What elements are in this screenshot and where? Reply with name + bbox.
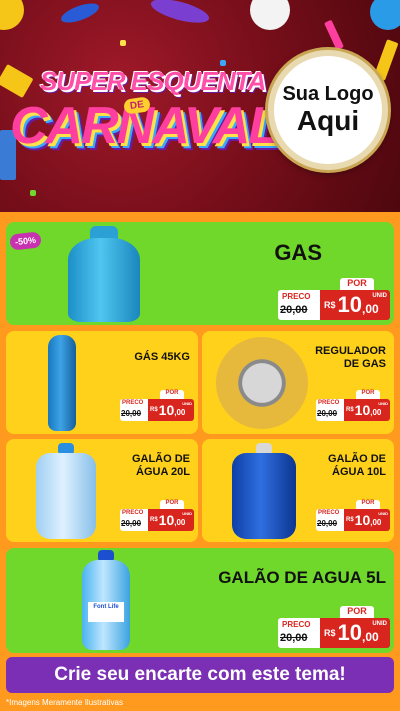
- streamer-decoration: [373, 39, 399, 81]
- old-price: 20,00: [121, 409, 142, 418]
- price-integer: 10: [158, 402, 175, 418]
- preco-label: PRECO: [318, 510, 340, 516]
- por-label: POR: [340, 278, 374, 290]
- old-price: 20,00: [317, 519, 338, 528]
- preco-label: PRECO: [318, 400, 340, 406]
- mask-decoration: [58, 0, 102, 27]
- carnival-header: SUPER ESQUENTA CARNAVAL DE Sua Logo Aqui: [0, 0, 400, 212]
- confetti-piece: [120, 40, 126, 46]
- confetti-piece: [30, 190, 36, 196]
- unit-label: UNID: [378, 401, 388, 406]
- product-name: GALÃO DE ÁGUA 20L: [131, 453, 190, 478]
- price-decimal: ,00: [370, 518, 382, 527]
- unit-label: UNID: [372, 293, 387, 299]
- water-jug-20l-image: [36, 453, 96, 539]
- price-tag: PRECO 20,00 POR R$ 10 ,00 UNID: [316, 390, 390, 421]
- old-price: 20,00: [121, 519, 142, 528]
- price-integer: 10: [354, 402, 371, 418]
- price-tag: PRECO 20,00 POR R$ 10 ,00 UNID: [120, 500, 194, 531]
- price-decimal: ,00: [174, 518, 186, 527]
- unit-label: UNID: [182, 401, 192, 406]
- price-integer: 10: [158, 512, 175, 528]
- price-tag: PRECO 20,00 POR R$ 10 ,00 UNID: [278, 606, 390, 648]
- logo-placeholder[interactable]: Sua Logo Aqui: [268, 50, 388, 170]
- price-tag: PRECO 20,00 POR R$ 10 ,00 UNID: [278, 278, 390, 320]
- currency-label: R$: [324, 628, 336, 638]
- create-flyer-button[interactable]: Crie seu encarte com este tema!: [6, 657, 394, 693]
- unit-label: UNID: [378, 511, 388, 516]
- por-label: POR: [160, 390, 184, 399]
- images-disclaimer: *Imagens Meramente Ilustrativas: [6, 698, 123, 707]
- gas-45kg-cylinder-image: [48, 335, 76, 431]
- balloon-decoration: [250, 0, 290, 30]
- product-card-gas-45kg[interactable]: GÁS 45KG PRECO 20,00 POR R$ 10 ,00 UNID: [6, 331, 198, 434]
- preco-label: PRECO: [282, 292, 311, 301]
- product-name: GAS: [274, 240, 322, 265]
- product-card-galao-5l[interactable]: Font Life GALÃO DE AGUA 5L PRECO 20,00 P…: [6, 548, 394, 653]
- por-label: POR: [356, 500, 380, 509]
- product-name: GALÃO DE AGUA 5L: [218, 568, 386, 587]
- currency-label: R$: [150, 407, 158, 413]
- price-decimal: ,00: [370, 408, 382, 417]
- logo-text-line2: Aqui: [296, 105, 360, 136]
- currency-label: R$: [150, 517, 158, 523]
- por-label: POR: [160, 500, 184, 509]
- product-card-galao-10l[interactable]: GALÃO DE ÁGUA 10L PRECO 20,00 POR R$ 10 …: [202, 439, 394, 542]
- product-card-regulador[interactable]: REGULADOR DE GAS PRECO 20,00 POR R$ 10 ,…: [202, 331, 394, 434]
- preco-label: PRECO: [122, 400, 144, 406]
- bottle-label: Font Life: [88, 602, 124, 622]
- old-price: 20,00: [280, 632, 308, 644]
- currency-label: R$: [346, 517, 354, 523]
- unit-label: UNID: [372, 621, 387, 627]
- horn-decoration: [0, 63, 34, 99]
- price-decimal: ,00: [362, 302, 379, 316]
- water-jug-10l-image: [232, 453, 296, 539]
- currency-label: R$: [324, 300, 336, 310]
- product-card-galao-20l[interactable]: GALÃO DE ÁGUA 20L PRECO 20,00 POR R$ 10 …: [6, 439, 198, 542]
- price-integer: 10: [337, 620, 362, 645]
- price-integer: 10: [337, 292, 362, 317]
- price-decimal: ,00: [362, 630, 379, 644]
- logo-text-line1: Sua Logo: [282, 83, 374, 105]
- por-label: POR: [356, 390, 380, 399]
- product-card-gas[interactable]: GAS PRECO 20,00 POR R$ 10 ,00 UNID: [6, 222, 394, 325]
- mask-decoration: [148, 0, 212, 28]
- regulator-image: [216, 337, 308, 429]
- product-name: REGULADOR DE GAS: [315, 345, 386, 370]
- por-label: POR: [340, 606, 374, 618]
- balloon-decoration: [0, 0, 24, 30]
- old-price: 20,00: [317, 409, 338, 418]
- price-tag: PRECO 20,00 POR R$ 10 ,00 UNID: [120, 390, 194, 421]
- old-price: 20,00: [280, 304, 308, 316]
- price-integer: 10: [354, 512, 371, 528]
- price-tag: PRECO 20,00 POR R$ 10 ,00 UNID: [316, 500, 390, 531]
- price-decimal: ,00: [174, 408, 186, 417]
- preco-label: PRECO: [122, 510, 144, 516]
- product-name: GÁS 45KG: [134, 351, 190, 363]
- currency-label: R$: [346, 407, 354, 413]
- preco-label: PRECO: [282, 620, 311, 629]
- streamer-decoration: [324, 19, 344, 51]
- gas-cylinder-image: [68, 238, 140, 322]
- unit-label: UNID: [182, 511, 192, 516]
- product-name: GALÃO DE ÁGUA 10L: [327, 453, 386, 478]
- balloon-decoration: [370, 0, 400, 30]
- title-super-esquenta: SUPER ESQUENTA: [40, 66, 266, 96]
